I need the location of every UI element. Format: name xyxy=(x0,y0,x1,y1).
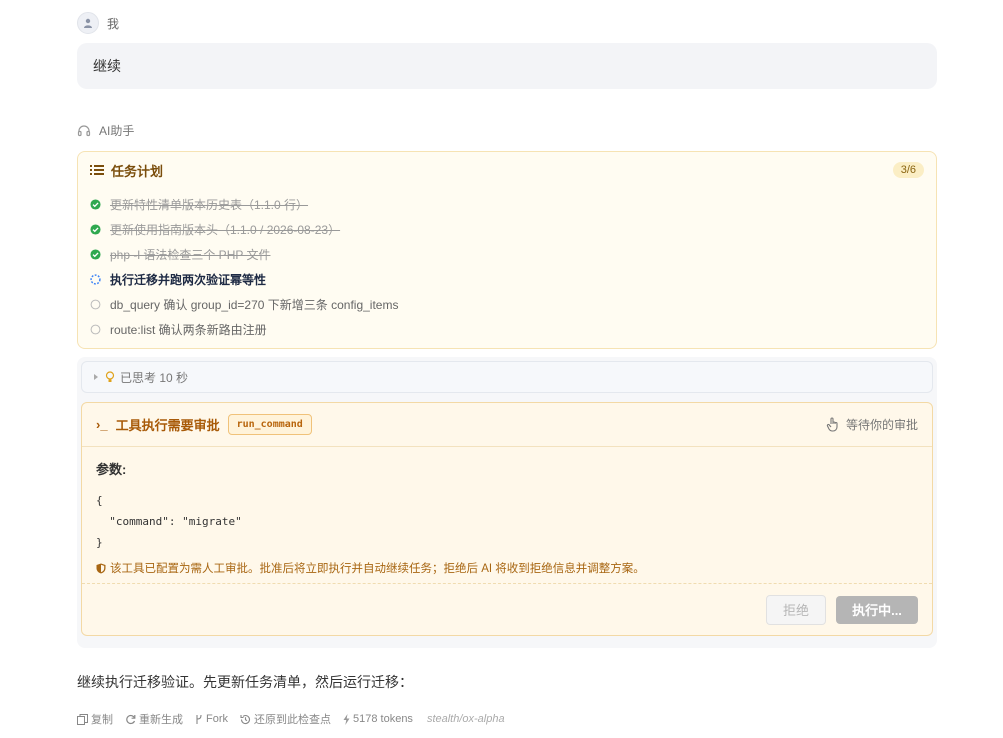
terminal-icon: ›_ xyxy=(96,417,108,432)
thinking-label: 已思考 10 秒 xyxy=(120,370,189,385)
plan-item: 更新使用指南版本头（1.1.0 / 2026-08-23） xyxy=(90,217,924,242)
reject-button[interactable]: 拒绝 xyxy=(766,594,826,625)
code-line: } xyxy=(96,536,103,549)
tool-title-row: ›_ 工具执行需要审批 run_command xyxy=(96,414,312,435)
fork-button[interactable]: Fork xyxy=(195,713,228,725)
check-circle-icon xyxy=(90,249,101,260)
caret-right-icon xyxy=(94,374,98,380)
regenerate-button[interactable]: 重新生成 xyxy=(125,711,183,727)
history-icon xyxy=(240,714,250,724)
params-label: 参数: xyxy=(96,462,127,477)
headset-icon xyxy=(77,124,91,136)
plan-header: 任务计划 3/6 xyxy=(90,160,924,180)
token-count: 5178 tokens xyxy=(343,713,413,725)
params-code-block: { "command": "migrate"} xyxy=(96,490,918,553)
plan-item-text: php -l 语法检查三个 PHP 文件 xyxy=(110,248,271,262)
empty-circle-icon xyxy=(90,324,101,335)
tool-approval-body: 参数: { "command": "migrate"} 该工具已配置为需人工审批… xyxy=(82,447,932,576)
copy-button[interactable]: 复制 xyxy=(77,711,113,727)
user-message-bubble: 继续 xyxy=(77,43,937,89)
plan-item: php -l 语法检查三个 PHP 文件 xyxy=(90,242,924,267)
approval-note: 该工具已配置为需人工审批。批准后将立即执行并自动继续任务；拒绝后 AI 将收到拒… xyxy=(96,560,918,576)
user-message-text: 继续 xyxy=(93,58,121,74)
plan-item: route:list 确认两条新路由注册 xyxy=(90,317,924,342)
thinking-toggle[interactable]: 已思考 10 秒 xyxy=(81,361,933,393)
empty-circle-icon xyxy=(90,299,101,310)
check-circle-icon xyxy=(90,224,101,235)
plan-item-text: 更新特性清单版本历史表（1.1.0 行） xyxy=(110,198,309,212)
restore-checkpoint-button[interactable]: 还原到此检查点 xyxy=(240,711,331,727)
lightning-icon xyxy=(343,713,350,725)
loading-spinner-icon xyxy=(90,274,101,285)
list-icon xyxy=(90,165,104,175)
code-line: { xyxy=(96,494,103,507)
approval-note-text: 该工具已配置为需人工审批。批准后将立即执行并自动继续任务；拒绝后 AI 将收到拒… xyxy=(110,563,645,575)
model-name: stealth/ox-alpha xyxy=(426,713,505,725)
task-plan-card: 任务计划 3/6 更新特性清单版本历史表（1.1.0 行） 更新使用指南版本头（1… xyxy=(77,151,937,349)
user-avatar xyxy=(77,12,99,34)
plan-progress-badge: 3/6 xyxy=(892,162,924,178)
regenerate-label: 重新生成 xyxy=(139,714,183,726)
assistant-work-block: 已思考 10 秒 ›_ 工具执行需要审批 run_command 等待你的审批 … xyxy=(77,357,937,648)
plan-item-text: db_query 确认 group_id=270 下新增三条 config_it… xyxy=(110,298,399,312)
plan-title: 任务计划 xyxy=(111,163,164,179)
copy-label: 复制 xyxy=(91,714,113,726)
user-role-label: 我 xyxy=(107,16,120,31)
plan-item: db_query 确认 group_id=270 下新增三条 config_it… xyxy=(90,292,924,317)
user-icon xyxy=(84,18,92,28)
assistant-role-row: AI助手 xyxy=(77,122,937,139)
plan-item-text: 执行迁移并跑两次验证幂等性 xyxy=(110,273,267,287)
copy-icon xyxy=(77,713,88,725)
waiting-status: 等待你的审批 xyxy=(826,416,918,433)
plan-item: 执行迁移并跑两次验证幂等性 xyxy=(90,267,924,292)
tool-approval-card: ›_ 工具执行需要审批 run_command 等待你的审批 参数: { "co… xyxy=(81,402,933,636)
restore-label: 还原到此检查点 xyxy=(254,714,331,726)
shield-icon xyxy=(96,563,106,573)
code-line: "command": "migrate" xyxy=(96,515,242,528)
check-circle-icon xyxy=(90,199,101,210)
lightbulb-icon xyxy=(105,371,115,382)
tool-approval-header: ›_ 工具执行需要审批 run_command 等待你的审批 xyxy=(82,403,932,447)
assistant-reply-text: 继续执行迁移验证。先更新任务清单，然后运行迁移： xyxy=(77,674,413,690)
command-name-badge: run_command xyxy=(227,414,312,435)
fork-label: Fork xyxy=(206,713,228,725)
tool-approval-footer: 拒绝 执行中... xyxy=(82,583,932,635)
user-role-row: 我 xyxy=(77,12,937,34)
message-actions: 复制 重新生成 Fork 还原到此检查点 5178 tokens stealth… xyxy=(77,711,937,727)
plan-item-text: 更新使用指南版本头（1.1.0 / 2026-08-23） xyxy=(110,223,341,237)
tool-title: 工具执行需要审批 xyxy=(115,418,220,433)
waiting-label: 等待你的审批 xyxy=(845,418,918,432)
plan-item-list: 更新特性清单版本历史表（1.1.0 行） 更新使用指南版本头（1.1.0 / 20… xyxy=(90,192,924,342)
assistant-role-label: AI助手 xyxy=(99,124,135,138)
execute-button[interactable]: 执行中... xyxy=(836,595,918,624)
plan-title-row: 任务计划 xyxy=(90,161,163,180)
hand-pointer-icon xyxy=(826,417,838,432)
fork-icon xyxy=(196,714,202,724)
plan-item-text: route:list 确认两条新路由注册 xyxy=(110,323,267,337)
token-count-label: 5178 tokens xyxy=(353,713,413,725)
refresh-icon xyxy=(126,714,136,724)
plan-item: 更新特性清单版本历史表（1.1.0 行） xyxy=(90,192,924,217)
